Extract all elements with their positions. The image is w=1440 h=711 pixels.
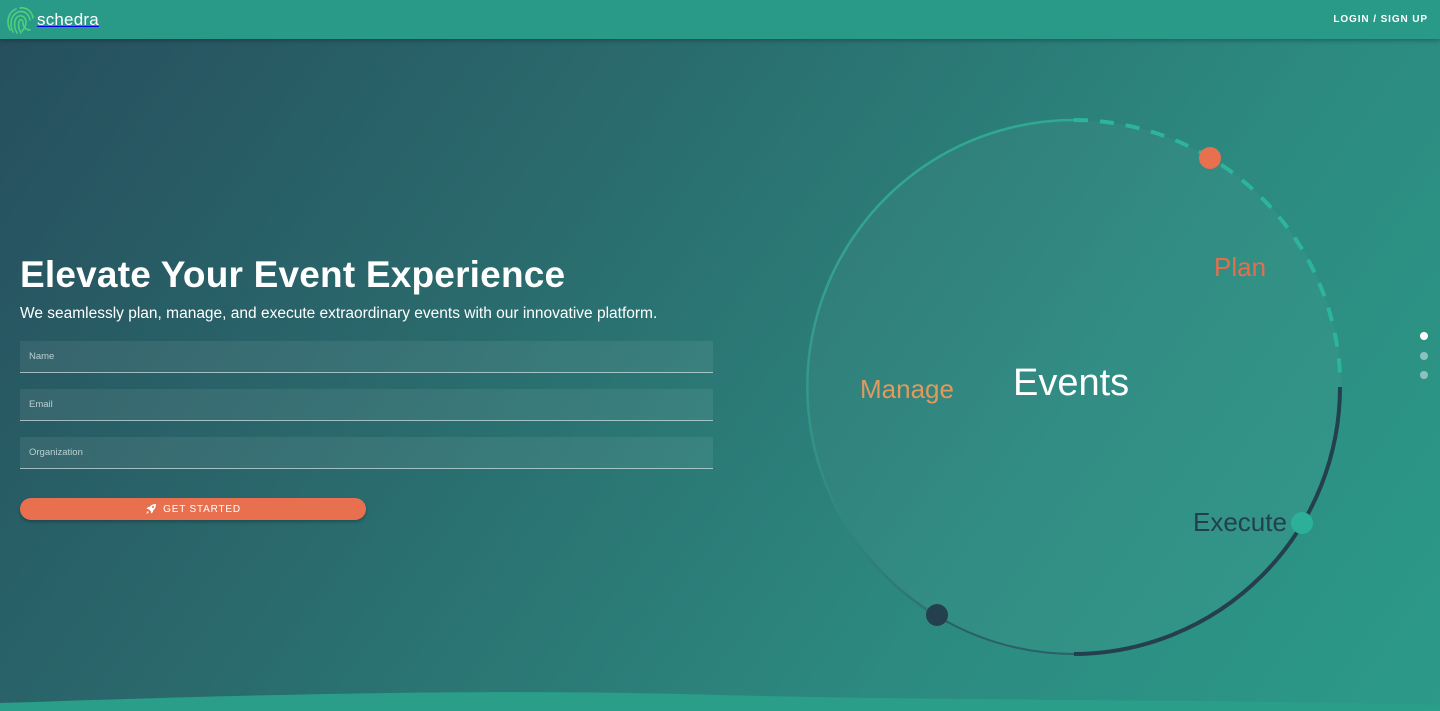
get-started-button[interactable]: GET STARTED (20, 498, 366, 520)
top-nav-bar: schedra LOGIN / SIGN UP (0, 0, 1440, 39)
organization-input[interactable] (20, 437, 713, 469)
plan-node (1199, 147, 1221, 169)
hero-subtitle: We seamlessly plan, manage, and execute … (20, 305, 658, 322)
slide-dot-1[interactable] (1420, 332, 1428, 340)
diagram-stage-manage: Manage (860, 374, 954, 404)
slide-dot-2[interactable] (1420, 351, 1428, 360)
name-input[interactable] (20, 341, 713, 373)
diagram-stage-plan: Plan (1214, 252, 1267, 282)
fingerprint-logo-icon (7, 7, 34, 34)
bottom-wave-decoration (0, 692, 1440, 711)
hero-title: Elevate Your Event Experience (20, 254, 566, 295)
slide-pagination (1420, 332, 1428, 391)
diagram-center-label: Events (1013, 362, 1130, 404)
brand-logo[interactable]: schedra (4, 4, 99, 36)
login-signup-link[interactable]: LOGIN / SIGN UP (1333, 14, 1428, 25)
rocket-icon (146, 504, 157, 514)
execute-node (1291, 512, 1313, 534)
slide-dot-3[interactable] (1420, 371, 1428, 379)
email-input[interactable] (20, 389, 713, 421)
get-started-label: GET STARTED (163, 503, 241, 515)
diagram-stage-execute: Execute (1193, 507, 1287, 537)
brand-name: schedra (37, 10, 99, 29)
manage-node (926, 604, 948, 626)
